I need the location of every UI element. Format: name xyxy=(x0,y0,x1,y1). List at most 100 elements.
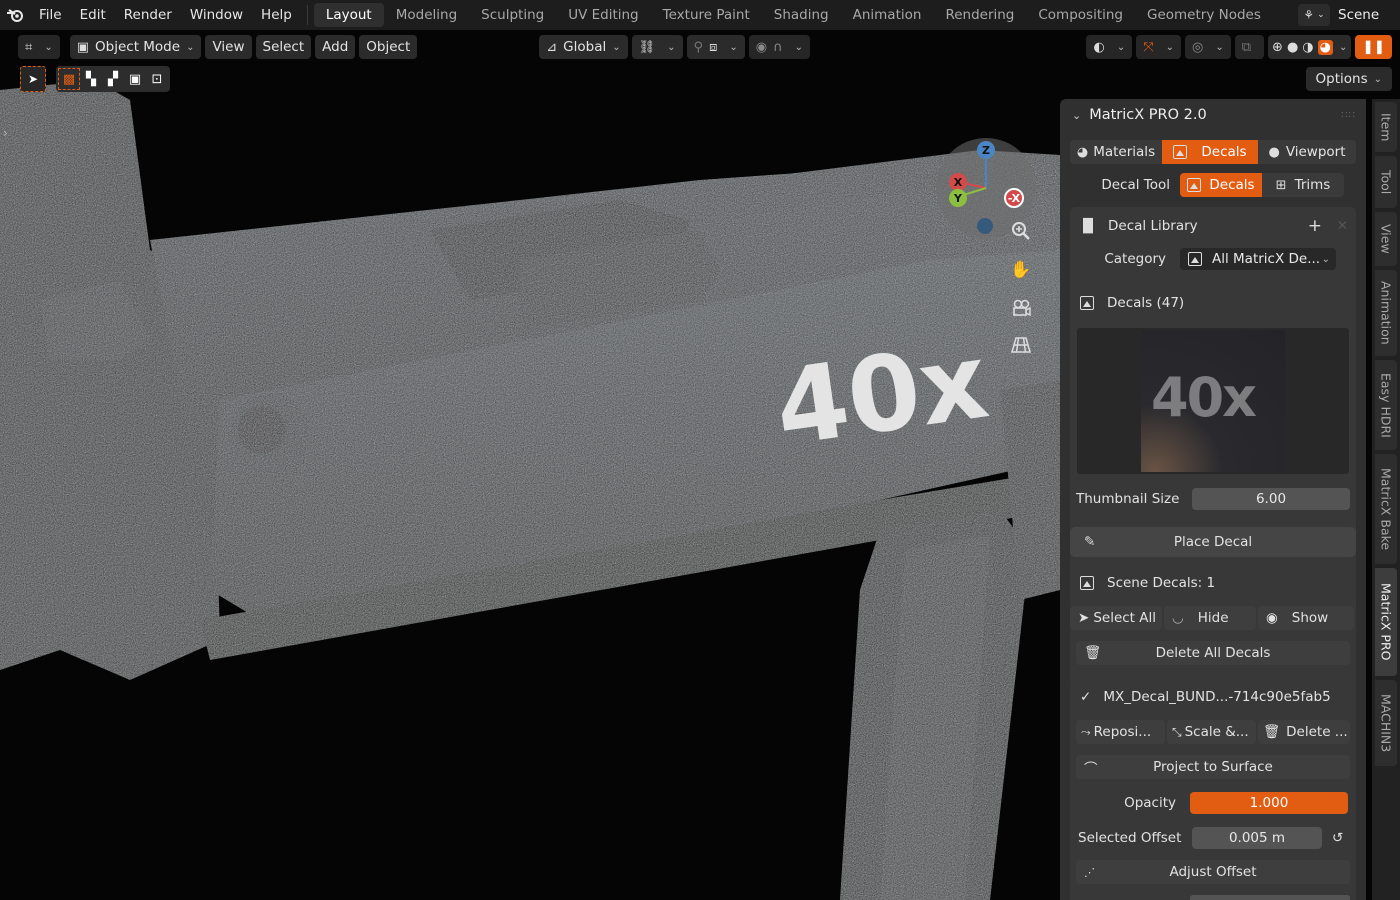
decal-tool-decals[interactable]: Decals xyxy=(1180,173,1262,197)
transform-orientation-dropdown[interactable]: ⊿ Global ⌄ xyxy=(539,35,628,59)
shading-mode-group: ⊕ ● ◑ ◕ ⌄ xyxy=(1268,35,1352,59)
decal-tool-trims[interactable]: ⊞ Trims xyxy=(1262,173,1344,197)
rendered-shading-icon[interactable]: ◕ xyxy=(1317,39,1333,55)
tab-decals[interactable]: Decals xyxy=(1162,140,1258,164)
material-shading-icon[interactable]: ◑ xyxy=(1302,40,1313,55)
pan-hand-icon[interactable]: ✋ xyxy=(1008,257,1034,283)
side-tab-view[interactable]: View xyxy=(1375,212,1397,266)
blender-logo-icon[interactable] xyxy=(0,0,30,30)
select-extend-icon[interactable]: ▚ xyxy=(80,68,102,90)
xray-toggle[interactable]: ⧉ xyxy=(1234,35,1265,59)
gizmo-z-axis[interactable]: Z xyxy=(977,141,995,159)
select-new-icon[interactable]: ▩ xyxy=(58,68,80,90)
delete-decal-button[interactable]: 🗑 Delete ... xyxy=(1258,720,1350,744)
menu-file[interactable]: File xyxy=(30,0,71,30)
show-button[interactable]: ◉ Show xyxy=(1258,606,1354,630)
perspective-grid-icon[interactable] xyxy=(1008,332,1034,358)
decal-image-icon xyxy=(1173,145,1188,159)
editor-type-button[interactable]: ⌗ ⌄ xyxy=(18,35,60,59)
workspace-tab-compositing[interactable]: Compositing xyxy=(1026,3,1135,27)
gizmo-neg-x-axis[interactable]: -X xyxy=(1004,188,1024,208)
pause-render-button[interactable]: ❚❚ xyxy=(1355,35,1392,59)
workspace-tab-modeling[interactable]: Modeling xyxy=(384,3,469,27)
visibility-dropdown[interactable]: ◐ ⌄ xyxy=(1086,35,1133,59)
thumbnail-size-field[interactable]: 6.00 xyxy=(1192,488,1350,510)
pivot-point-dropdown[interactable]: ⛓ ⌄ xyxy=(631,35,683,59)
side-tab-matricx-pro[interactable]: MatricX PRO xyxy=(1375,568,1397,676)
menu-render[interactable]: Render xyxy=(115,0,181,30)
reset-offset-icon[interactable]: ↺ xyxy=(1332,830,1343,846)
place-decal-button[interactable]: ✎ Place Decal xyxy=(1070,527,1356,557)
options-dropdown[interactable]: Options ⌄ xyxy=(1305,67,1392,91)
menu-window[interactable]: Window xyxy=(181,0,252,30)
adjust-offset-button[interactable]: ⋰ Adjust Offset xyxy=(1076,860,1350,884)
select-tool-icon[interactable]: ➤ xyxy=(20,66,46,92)
gizmo-y-axis[interactable]: Y xyxy=(949,189,967,207)
tab-materials-label: Materials xyxy=(1093,144,1156,160)
workspace-tab-animation[interactable]: Animation xyxy=(841,3,934,27)
reposition-button[interactable]: ⤳ Reposi... xyxy=(1076,720,1165,744)
scale-rotate-button[interactable]: ⤡ Scale &... xyxy=(1167,720,1256,744)
drag-handle-icon[interactable]: ∷∷ xyxy=(1341,110,1356,121)
select-invert-icon[interactable]: ▣ xyxy=(124,68,146,90)
side-tab-easy-hdri[interactable]: Easy HDRI xyxy=(1375,360,1397,450)
gizmo-toggle[interactable]: ⤧ ⌄ xyxy=(1136,35,1182,59)
toolbar-expand-icon[interactable]: › xyxy=(3,126,8,140)
menu-edit[interactable]: Edit xyxy=(71,0,115,30)
workspace-tab-texture-paint[interactable]: Texture Paint xyxy=(651,3,762,27)
decal-library-label: Decal Library xyxy=(1108,218,1198,234)
select-intersect-icon[interactable]: ⊡ xyxy=(146,68,168,90)
solid-shading-icon[interactable]: ● xyxy=(1287,40,1298,55)
workspace-tab-shading[interactable]: Shading xyxy=(762,3,841,27)
selected-offset-field[interactable]: 0.005 m xyxy=(1192,827,1322,849)
add-library-icon[interactable]: + xyxy=(1308,216,1322,236)
decal-thumbnail[interactable]: 40x xyxy=(1141,330,1285,472)
delete-all-decals-button[interactable]: 🗑 Delete All Decals xyxy=(1076,641,1350,665)
wireframe-shading-icon[interactable]: ⊕ xyxy=(1272,40,1283,55)
decal-tool-toggle: Decals ⊞ Trims xyxy=(1180,173,1344,197)
gizmo-neg-z-axis[interactable] xyxy=(977,218,993,234)
tab-viewport[interactable]: ● Viewport xyxy=(1258,140,1356,164)
panel-header[interactable]: ⌄ MatricX PRO 2.0 ∷∷ xyxy=(1060,99,1366,131)
side-tab-animation[interactable]: Animation xyxy=(1375,270,1397,356)
side-tab-matricx-bake[interactable]: MatricX Bake xyxy=(1375,454,1397,564)
side-tab-item[interactable]: Item xyxy=(1375,102,1397,152)
overlays-dropdown[interactable]: ◎ ⌄ xyxy=(1185,35,1231,59)
workspace-tab-rendering[interactable]: Rendering xyxy=(933,3,1026,27)
menu-object[interactable]: Object xyxy=(359,35,418,59)
remove-library-icon[interactable]: ✕ xyxy=(1337,218,1348,234)
menu-help[interactable]: Help xyxy=(252,0,301,30)
snap-dropdown[interactable]: ⚲ ⧈ ⌄ xyxy=(686,35,745,59)
select-subtract-icon[interactable]: ▞ xyxy=(102,68,124,90)
camera-view-icon[interactable] xyxy=(1008,295,1034,321)
side-tab-tool[interactable]: Tool xyxy=(1375,156,1397,208)
select-all-button[interactable]: ➤ Select All xyxy=(1070,606,1162,630)
collapse-chevron-icon[interactable]: ⌄ xyxy=(1072,109,1081,122)
workspace-tab-layout[interactable]: Layout xyxy=(313,3,384,27)
workspace-tab-sculpting[interactable]: Sculpting xyxy=(469,3,556,27)
category-dropdown[interactable]: All MatricX De... ⌄ xyxy=(1180,248,1336,270)
chevron-down-icon: ⌄ xyxy=(1321,253,1330,265)
scene-decals-label: Scene Decals: 1 xyxy=(1107,575,1216,591)
project-to-surface-button[interactable]: ⌒ Project to Surface xyxy=(1076,755,1350,779)
proportional-edit-dropdown[interactable]: ◉ ∩ ⌄ xyxy=(748,35,810,59)
opacity-slider[interactable]: 1.000 xyxy=(1190,792,1348,814)
object-mode-dropdown[interactable]: ▣ Object Mode ⌄ xyxy=(69,35,202,59)
workspace-tab-uv-editing[interactable]: UV Editing xyxy=(556,3,650,27)
checkmark-icon[interactable]: ✓ xyxy=(1080,689,1091,705)
menu-select[interactable]: Select xyxy=(255,35,312,59)
side-tab-machin3[interactable]: MACHIN3 xyxy=(1375,680,1397,766)
viewport-sphere-icon: ● xyxy=(1268,144,1280,160)
selected-offset-value: 0.005 m xyxy=(1228,830,1286,846)
workspace-tab-geometry-nodes[interactable]: Geometry Nodes xyxy=(1135,3,1273,27)
scene-decals-row: Scene Decals: 1 xyxy=(1070,571,1356,595)
category-label: Category xyxy=(1104,251,1166,267)
zoom-icon[interactable] xyxy=(1008,218,1034,244)
menu-add[interactable]: Add xyxy=(315,35,356,59)
orientation-axis-icon: ⊿ xyxy=(546,39,558,55)
menu-view[interactable]: View xyxy=(205,35,252,59)
scene-selector[interactable]: ⚘ ⌄ Scene xyxy=(1292,0,1400,30)
scene-icon[interactable]: ⚘ ⌄ xyxy=(1298,4,1330,26)
hide-button[interactable]: ◡ Hide xyxy=(1164,606,1256,630)
tab-materials[interactable]: ◕ Materials xyxy=(1070,140,1162,164)
